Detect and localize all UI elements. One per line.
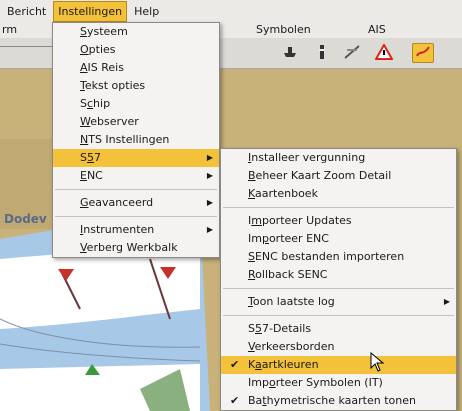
- ship-icon[interactable]: [280, 44, 300, 62]
- buoy-icon[interactable]: [312, 44, 332, 62]
- menu-item-importeer-enc[interactable]: Importeer ENC: [221, 230, 456, 248]
- ribbon-tab-symbolen[interactable]: Symbolen: [256, 23, 311, 36]
- menu-separator: [55, 189, 217, 190]
- mouse-cursor-icon: [370, 351, 385, 372]
- menu-separator: [223, 288, 454, 289]
- menu-item-nts-instellingen[interactable]: NTS Instellingen: [53, 131, 219, 149]
- menu-item-rollback-senc[interactable]: Rollback SENC: [221, 266, 456, 284]
- menu-separator: [223, 207, 454, 208]
- menu-item-s57[interactable]: S57 ▶: [53, 149, 219, 167]
- map-place-label: Dodev: [4, 212, 47, 226]
- menu-help[interactable]: Help: [129, 1, 164, 22]
- menu-item-toon-laatste-log[interactable]: Toon laatste log ▶: [221, 293, 456, 311]
- ribbon-tab-ais[interactable]: AIS: [368, 23, 386, 36]
- menu-item-installeer-vergunning[interactable]: Installeer vergunning: [221, 149, 456, 167]
- submenu-arrow-icon: ▶: [206, 171, 213, 180]
- menu-item-ais-reis[interactable]: AIS Reis: [53, 59, 219, 77]
- s57-submenu: Installeer vergunning Beheer Kaart Zoom …: [220, 148, 457, 411]
- menu-item-tekst-opties[interactable]: Tekst opties: [53, 77, 219, 95]
- menu-bar: Bericht Instellingen Help: [0, 0, 462, 23]
- menu-item-kaartenboek[interactable]: Kaartenboek: [221, 185, 456, 203]
- checkmark-icon: ✔: [230, 394, 240, 407]
- submenu-arrow-icon: ▶: [206, 225, 213, 234]
- menu-item-verkeersborden[interactable]: Verkeersborden: [221, 338, 456, 356]
- submenu-arrow-icon: ▶: [206, 198, 213, 207]
- menu-item-instrumenten[interactable]: Instrumenten ▶: [53, 221, 219, 239]
- warning-icon[interactable]: [374, 42, 394, 62]
- menu-item-importeer-symbolen[interactable]: Importeer Symbolen (IT): [221, 374, 456, 392]
- menu-item-importeer-updates[interactable]: Importeer Updates: [221, 212, 456, 230]
- submenu-arrow-icon: ▶: [443, 297, 450, 306]
- menu-bericht[interactable]: Bericht: [2, 1, 51, 22]
- no-symbol-icon[interactable]: [342, 44, 362, 62]
- menu-item-kaartkleuren[interactable]: ✔ Kaartkleuren: [221, 356, 456, 374]
- menu-item-bathymetrische-kaarten[interactable]: ✔ Bathymetrische kaarten tonen: [221, 392, 456, 410]
- ribbon-tab-partial[interactable]: rm: [2, 23, 17, 36]
- menu-item-senc-importeren[interactable]: SENC bestanden importeren: [221, 248, 456, 266]
- route-icon[interactable]: [412, 43, 434, 63]
- menu-separator: [55, 216, 217, 217]
- checkmark-icon: ✔: [230, 358, 240, 371]
- menu-separator: [223, 315, 454, 316]
- instellingen-menu: Systeem Opties AIS Reis Tekst opties Sch…: [52, 22, 220, 258]
- menu-item-systeem[interactable]: Systeem: [53, 23, 219, 41]
- menu-item-opties[interactable]: Opties: [53, 41, 219, 59]
- menu-item-geavanceerd[interactable]: Geavanceerd ▶: [53, 194, 219, 212]
- menu-item-enc[interactable]: ENC ▶: [53, 167, 219, 185]
- menu-instellingen[interactable]: Instellingen: [53, 0, 128, 22]
- menu-item-schip[interactable]: Schip: [53, 95, 219, 113]
- submenu-arrow-icon: ▶: [206, 153, 213, 162]
- menu-item-s57-details[interactable]: S57-Details: [221, 320, 456, 338]
- menu-item-webserver[interactable]: Webserver: [53, 113, 219, 131]
- menu-item-verberg-werkbalk[interactable]: Verberg Werkbalk: [53, 239, 219, 257]
- menu-item-beheer-kaart-zoom[interactable]: Beheer Kaart Zoom Detail: [221, 167, 456, 185]
